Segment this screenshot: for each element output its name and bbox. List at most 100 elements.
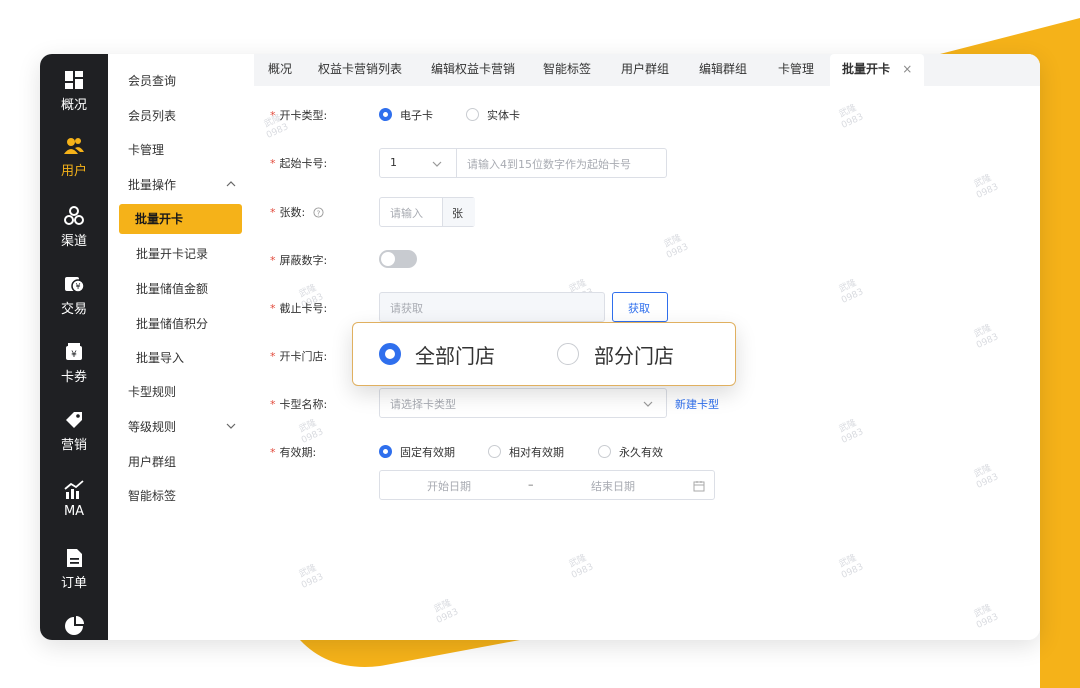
tab-edit-benefit-card[interactable]: 编辑权益卡营销: [431, 54, 515, 86]
start-date-input[interactable]: 开始日期: [427, 478, 471, 494]
count-label: * 张数: ?: [270, 204, 324, 220]
watermark: 武隆0983: [837, 418, 866, 446]
mask-toggle[interactable]: [379, 250, 417, 268]
chevron-down-icon: [643, 401, 653, 407]
radio-label: 固定有效期: [400, 446, 455, 459]
radio-label: 永久有效: [619, 446, 663, 459]
watermark: 武隆0983: [297, 563, 326, 591]
date-separator: –: [528, 478, 534, 491]
start-no-label: * 起始卡号:: [270, 157, 328, 170]
nav-item-label: 交易: [60, 302, 87, 317]
coupon-icon: ¥: [66, 343, 82, 360]
tab-card-manage[interactable]: 卡管理: [778, 54, 814, 86]
nav-item-label: 渠道: [60, 234, 87, 249]
menu-level-rules[interactable]: 等级规则: [128, 418, 176, 435]
radio-physical-card[interactable]: [466, 108, 479, 121]
end-no-input[interactable]: 请获取: [379, 292, 605, 322]
nav-item-ma[interactable]: MA: [40, 480, 108, 519]
card-name-label: * 卡型名称:: [270, 398, 328, 411]
menu-batch-open-records[interactable]: 批量开卡记录: [136, 245, 208, 262]
nav-item-label: 营销: [60, 438, 87, 453]
chevron-up-icon[interactable]: [226, 179, 236, 189]
nav-item-channel[interactable]: 渠道: [40, 206, 108, 249]
svg-text:¥: ¥: [71, 350, 77, 360]
nav-item-orders[interactable]: 订单: [40, 548, 108, 591]
watermark: 武隆0983: [837, 553, 866, 581]
store-options-callout: 全部门店 部分门店: [352, 322, 736, 386]
watermark: 武隆0983: [432, 598, 461, 626]
nav-item-reports[interactable]: [40, 616, 108, 640]
fetch-button[interactable]: 获取: [612, 292, 668, 322]
svg-text:?: ?: [316, 208, 320, 217]
radio-some-stores[interactable]: [557, 343, 579, 365]
menu-smart-tags[interactable]: 智能标签: [128, 487, 176, 504]
radio-all-stores[interactable]: [379, 343, 401, 365]
radio-relative-validity[interactable]: [488, 445, 501, 458]
radio-electronic-card[interactable]: [379, 108, 392, 121]
channel-icon: [64, 206, 84, 225]
tab-user-groups[interactable]: 用户群组: [621, 54, 669, 86]
radio-label: 部分门店: [594, 344, 674, 368]
watermark: 武隆0983: [972, 463, 1001, 491]
dashboard-icon: [65, 71, 83, 89]
count-unit: 张: [452, 207, 463, 220]
radio-fixed-validity[interactable]: [379, 445, 392, 458]
chevron-down-icon[interactable]: [226, 421, 236, 431]
menu-batch-ops[interactable]: 批量操作: [128, 176, 176, 193]
menu-batch-open-card[interactable]: 批量开卡: [119, 204, 242, 234]
watermark: 武隆0983: [837, 103, 866, 131]
end-date-input[interactable]: 结束日期: [591, 478, 635, 494]
watermark: 武隆0983: [972, 603, 1001, 631]
start-no-input[interactable]: 请输入4到15位数字作为起始卡号: [467, 156, 631, 172]
menu-batch-store-points[interactable]: 批量储值积分: [136, 315, 208, 332]
menu-member-list[interactable]: 会员列表: [128, 107, 176, 124]
tab-benefit-card-list[interactable]: 权益卡营销列表: [318, 54, 402, 86]
nav-item-users[interactable]: 用户: [40, 136, 108, 179]
nav-item-label: 卡券: [60, 370, 87, 385]
menu-batch-store-amount[interactable]: 批量储值金额: [136, 280, 208, 297]
menu-batch-import[interactable]: 批量导入: [136, 349, 184, 366]
svg-text:¥: ¥: [75, 282, 80, 291]
store-label: * 开卡门店:: [270, 350, 328, 363]
radio-label: 电子卡: [400, 109, 433, 122]
count-input[interactable]: 请输入: [390, 205, 423, 221]
watermark: 武隆0983: [972, 173, 1001, 201]
count-group: 请输入 张: [379, 197, 475, 227]
watermark: 武隆0983: [297, 418, 326, 446]
nav-item-marketing[interactable]: 营销: [40, 410, 108, 453]
close-icon[interactable]: ×: [902, 62, 912, 76]
watermark: 武隆0983: [662, 233, 691, 261]
card-name-select[interactable]: 请选择卡类型: [379, 388, 667, 418]
nav-item-label: 用户: [60, 164, 87, 179]
radio-label: 实体卡: [487, 109, 520, 122]
chevron-down-icon[interactable]: [432, 159, 442, 169]
radio-permanent-validity[interactable]: [598, 445, 611, 458]
nav-item-transaction[interactable]: ¥ 交易: [40, 274, 108, 317]
start-no-select[interactable]: 1: [390, 156, 397, 169]
card-name-placeholder: 请选择卡类型: [390, 398, 456, 411]
watermark: 武隆0983: [972, 323, 1001, 351]
end-no-placeholder: 请获取: [390, 302, 423, 315]
tab-batch-open-card[interactable]: 批量开卡 ×: [830, 54, 925, 86]
tab-smart-tags[interactable]: 智能标签: [543, 54, 591, 86]
mask-label: * 屏蔽数字:: [270, 254, 328, 267]
new-card-type-link[interactable]: 新建卡型: [675, 396, 719, 412]
menu-member-query[interactable]: 会员查询: [128, 72, 176, 89]
calendar-icon: [693, 481, 705, 492]
card-type-label: * 开卡类型:: [270, 109, 328, 122]
date-range-picker[interactable]: 开始日期 – 结束日期: [379, 470, 715, 500]
menu-user-groups[interactable]: 用户群组: [128, 453, 176, 470]
pie-icon: [65, 616, 84, 635]
nav-item-coupon[interactable]: ¥ 卡券: [40, 342, 108, 385]
help-icon[interactable]: ?: [313, 207, 324, 218]
tab-overview[interactable]: 概况: [268, 54, 292, 86]
nav-item-label: 概况: [60, 98, 87, 113]
start-no-group: 1 请输入4到15位数字作为起始卡号: [379, 148, 667, 178]
tab-label: 批量开卡: [842, 62, 891, 76]
menu-card-manage[interactable]: 卡管理: [128, 141, 164, 158]
menu-card-type-rules[interactable]: 卡型规则: [128, 383, 176, 400]
fetch-button-label: 获取: [628, 302, 650, 315]
nav-item-overview[interactable]: 概况: [40, 70, 108, 113]
secondary-menu: 会员查询 会员列表 卡管理 批量操作 批量开卡 批量开卡记录 批量储值金额 批量…: [108, 54, 255, 640]
tab-edit-group[interactable]: 编辑群组: [699, 54, 747, 86]
